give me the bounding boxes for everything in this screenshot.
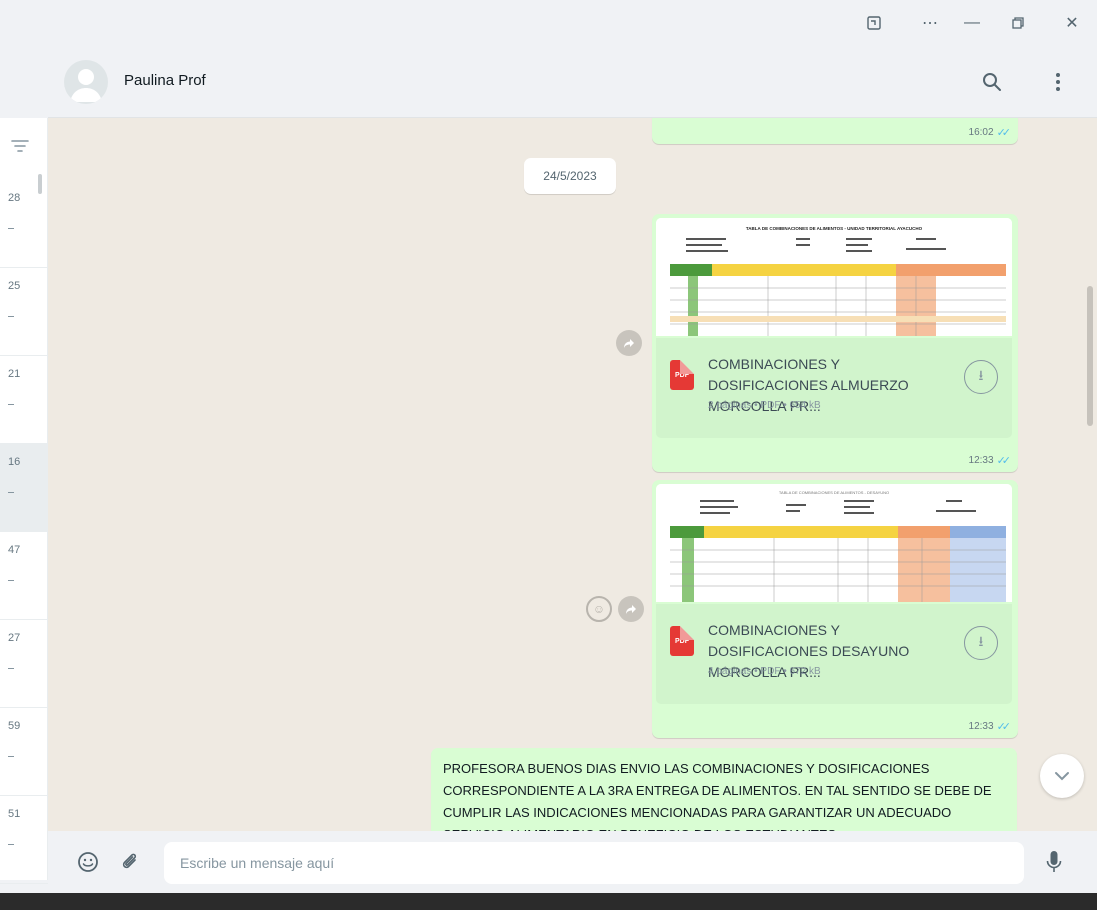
document-thumbnail[interactable]: TABLA DE COMBINACIONES DE ALIMENTOS - UN…: [656, 218, 1012, 336]
chat-list-preview: [8, 844, 14, 845]
chat-list-item[interactable]: 27: [0, 620, 48, 708]
message-bubble-previous[interactable]: 16:02 ✓✓: [652, 118, 1018, 144]
search-icon[interactable]: [976, 66, 1008, 98]
sidebar-header: [0, 46, 48, 118]
message-time: 12:33 ✓✓: [969, 454, 1012, 467]
close-icon[interactable]: ✕: [1054, 8, 1090, 38]
chevron-down-icon: [1055, 772, 1069, 781]
date-separator: 24/5/2023: [524, 158, 616, 194]
messages-pane[interactable]: 16:02 ✓✓ 24/5/2023 TABLA DE COMBINACIONES…: [48, 118, 1097, 831]
chat-list-preview: [8, 492, 14, 493]
chat-list-item[interactable]: 25: [0, 268, 48, 356]
download-icon[interactable]: ⭳: [964, 626, 998, 660]
read-check-icon: ✓✓: [996, 455, 1012, 467]
chat-list-preview: [8, 404, 14, 405]
chat-list-time: 25: [8, 280, 21, 292]
filter-icon[interactable]: [10, 138, 30, 154]
chat-list-preview: [8, 316, 14, 317]
message-time: 12:33 ✓✓: [969, 720, 1012, 733]
chat-list-preview: [8, 668, 14, 669]
microphone-icon[interactable]: [1038, 846, 1070, 878]
avatar[interactable]: [64, 60, 108, 104]
chat-list-time: 16: [8, 456, 21, 468]
more-icon[interactable]: ⋯: [912, 8, 948, 38]
chat-list-item[interactable]: 28: [0, 180, 48, 268]
os-taskbar: [0, 893, 1097, 910]
document-info[interactable]: PDF COMBINACIONES Y DOSIFICACIONES DESAY…: [656, 604, 1012, 704]
app-icon[interactable]: [856, 8, 892, 38]
chat-list-sidebar: 28 25 21 16 47 27 59 51: [0, 46, 48, 884]
chat-list-preview: [8, 756, 14, 757]
chat-list-item[interactable]: 21: [0, 356, 48, 444]
document-meta: 4 páginas • PDF • 672 kB: [708, 666, 821, 677]
scroll-down-button[interactable]: [1040, 754, 1084, 798]
menu-icon[interactable]: [1042, 66, 1074, 98]
messages-scrollbar[interactable]: [1087, 286, 1093, 426]
chat-list-item[interactable]: 16: [0, 444, 48, 532]
document-info[interactable]: PDF COMBINACIONES Y DOSIFICACIONES ALMUE…: [656, 338, 1012, 438]
document-preview-heading: TABLA DE COMBINACIONES DE ALIMENTOS - UN…: [746, 226, 923, 231]
message-composer: [48, 831, 1097, 893]
read-check-icon: ✓✓: [996, 721, 1012, 733]
document-thumbnail[interactable]: TABLA DE COMBINACIONES DE ALIMENTOS - DE…: [656, 484, 1012, 602]
restore-icon[interactable]: [1000, 8, 1036, 38]
chat-list-item[interactable]: 51: [0, 796, 48, 884]
document-message[interactable]: TABLA DE COMBINACIONES DE ALIMENTOS - DE…: [652, 480, 1018, 738]
chat-list-item[interactable]: 47: [0, 532, 48, 620]
minimize-icon[interactable]: —: [954, 8, 990, 38]
chat-list-preview: [8, 228, 14, 229]
message-input[interactable]: [164, 842, 1024, 884]
message-time: 16:02 ✓✓: [969, 126, 1012, 139]
conversation-header[interactable]: Paulina Prof: [48, 46, 1097, 118]
document-message[interactable]: TABLA DE COMBINACIONES DE ALIMENTOS - UN…: [652, 214, 1018, 472]
contact-name[interactable]: Paulina Prof: [124, 72, 206, 89]
read-check-icon: ✓✓: [996, 127, 1012, 139]
chat-list-preview: [8, 580, 14, 581]
chat-list-time: 28: [8, 192, 21, 204]
text-message[interactable]: PROFESORA BUENOS DIAS ENVIO LAS COMBINAC…: [431, 748, 1017, 831]
forward-icon[interactable]: [616, 330, 642, 356]
chat-list-time: 51: [8, 808, 21, 820]
chat-list-time: 21: [8, 368, 21, 380]
chat-list-time: 47: [8, 544, 21, 556]
emoji-icon[interactable]: [72, 846, 104, 878]
chat-list-time: 27: [8, 632, 21, 644]
document-preview-heading: TABLA DE COMBINACIONES DE ALIMENTOS - DE…: [779, 490, 889, 495]
chat-list-item[interactable]: 59: [0, 708, 48, 796]
pdf-icon: PDF: [670, 626, 694, 656]
pdf-icon: PDF: [670, 360, 694, 390]
forward-icon[interactable]: [618, 596, 644, 622]
attach-icon[interactable]: [114, 846, 146, 878]
window-titlebar: ⋯ — ✕: [0, 0, 1097, 46]
download-icon[interactable]: ⭳: [964, 360, 998, 394]
chat-list-time: 59: [8, 720, 21, 732]
document-meta: 2 páginas • PDF • 654 kB: [708, 400, 821, 411]
emoji-reaction-icon[interactable]: ☺: [586, 596, 612, 622]
